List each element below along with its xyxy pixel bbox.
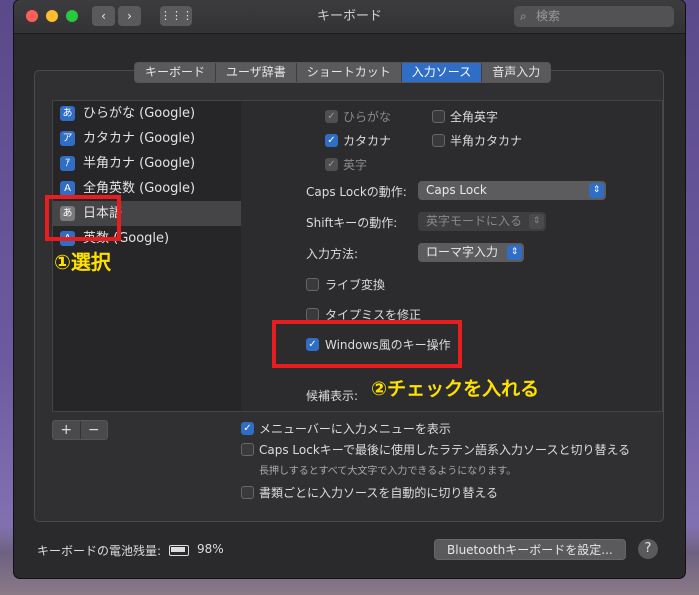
mode-label-halfwidth-katakana: 半角カタカナ [450,134,523,148]
search-icon: ⌕ [520,9,527,23]
search-placeholder: 検索 [536,9,561,23]
popup-arrows-icon: ⇕ [507,245,522,260]
shift-value: 英字モードに入る [426,214,523,228]
list-item[interactable]: アカタカナ (Google) [53,126,241,151]
capslock-switch-note: 長押しするとすべて大文字で入力できるようになります。 [259,466,517,477]
mode-label-fullwidth-latin: 全角英字 [450,110,499,124]
checkbox-latin: ✓ [325,158,338,171]
candidates-label: 候補表示: [306,389,359,403]
list-item-label: カタカナ (Google) [83,131,196,146]
bluetooth-setup-button[interactable]: Bluetoothキーボードを設定... [434,539,626,560]
list-item-label: ひらがな (Google) [83,106,196,121]
input-method-value: ローマ字入力 [426,245,499,259]
input-method-popup[interactable]: ローマ字入力 ⇕ [418,243,524,262]
shift-label: Shiftキーの動作: [306,216,398,230]
list-item-label: 全角英数 (Google) [83,181,196,196]
list-item-label: 半角カナ (Google) [83,156,196,171]
checkbox-live-conversion[interactable] [306,278,319,291]
mode-label-latin: 英字 [343,158,368,172]
tab-input-sources[interactable]: 入力ソース [401,63,483,82]
preferences-window: ‹ › ⋮⋮⋮ キーボード ⌕ 検索 キーボード ユーザ辞書 ショートカット 入… [14,0,685,578]
hiragana-badge-icon: あ [60,106,75,121]
checkbox-show-input-menu[interactable]: ✓ [241,422,254,435]
battery-label: キーボードの電池残量: [37,544,162,558]
capslock-popup[interactable]: Caps Lock ⇕ [418,181,606,200]
battery-value: 98% [197,542,224,556]
katakana-badge-icon: ア [60,131,75,146]
list-item[interactable]: ｱ 半角カナ (Google) [53,151,241,176]
fullwidth-alnum-badge-icon: A [60,181,75,196]
capslock-value: Caps Lock [426,183,487,197]
tab-shortcuts[interactable]: ショートカット [297,63,402,82]
show-input-menu-label: メニューバーに入力メニューを表示 [259,422,451,436]
capslock-switch-label: Caps Lockキーで最後に使用したラテン語系入力ソースと切り替える [259,443,631,457]
annotation-check: ②チェックを入れる [371,378,540,400]
help-button[interactable]: ? [638,539,658,559]
mode-label-katakana: カタカナ [343,134,392,148]
tab-user-dictionary[interactable]: ユーザ辞書 [216,63,297,82]
input-method-label: 入力方法: [306,247,359,261]
checkbox-hiragana: ✓ [325,110,338,123]
mode-label-hiragana: ひらがな [343,110,392,124]
auto-switch-label: 書類ごとに入力ソースを自動的に切り替える [259,486,499,500]
shift-popup: 英字モードに入る ⇕ [418,212,546,231]
tab-dictation[interactable]: 音声入力 [482,63,550,82]
highlight-box-select [45,195,121,241]
list-item[interactable]: あひらがな (Google) [53,101,241,126]
remove-source-button[interactable]: − [80,421,107,439]
checkbox-capslock-switch[interactable] [241,443,254,456]
live-conversion-label: ライブ変換 [325,278,386,292]
search-input[interactable]: ⌕ 検索 [514,6,674,27]
annotation-select: ①選択 [54,250,111,274]
checkbox-fullwidth-latin[interactable] [432,110,445,123]
highlight-box-check [272,320,462,368]
popup-arrows-icon: ⇕ [589,183,604,198]
add-remove-control: + − [52,420,108,440]
add-source-button[interactable]: + [53,421,81,439]
checkbox-auto-switch[interactable] [241,486,254,499]
tab-bar: キーボード ユーザ辞書 ショートカット 入力ソース 音声入力 [134,62,552,83]
battery-icon [169,545,189,556]
capslock-label: Caps Lockの動作: [306,185,407,199]
checkbox-halfwidth-katakana[interactable] [432,134,445,147]
tab-keyboard[interactable]: キーボード [135,63,217,82]
checkbox-katakana[interactable]: ✓ [325,134,338,147]
title-bar: ‹ › ⋮⋮⋮ キーボード ⌕ 検索 [14,0,685,34]
halfwidth-kana-badge-icon: ｱ [60,156,75,171]
popup-arrows-icon: ⇕ [529,214,544,229]
